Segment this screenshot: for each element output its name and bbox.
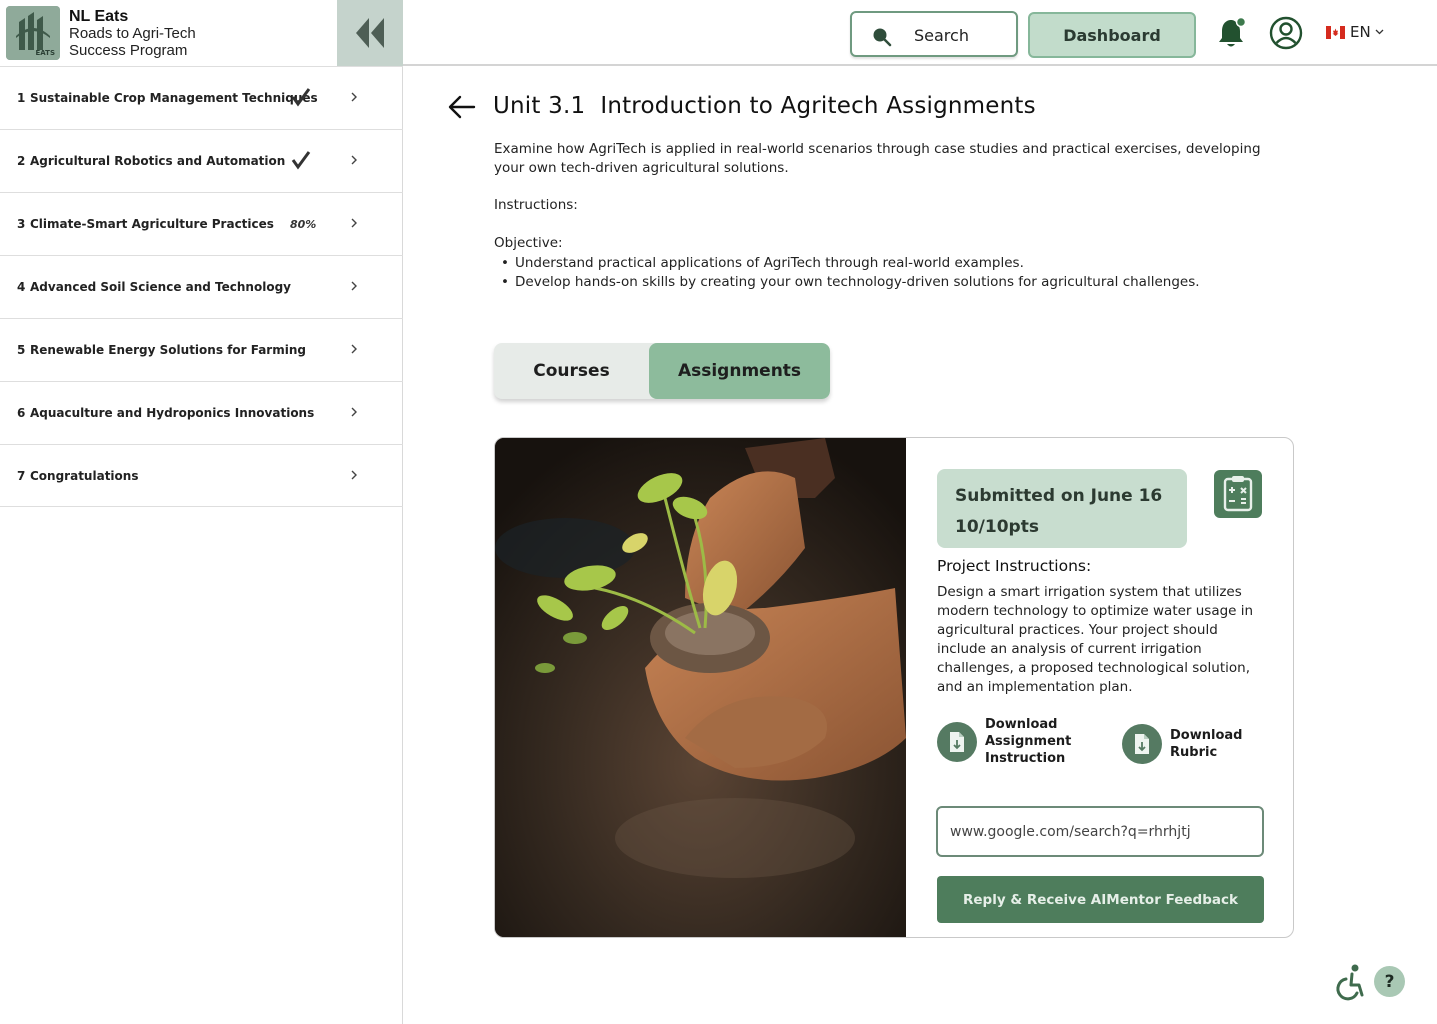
submission-url-input[interactable] [936,806,1264,857]
objective-item: Develop hands-on skills by creating your… [498,273,1200,292]
wheelchair-icon[interactable] [1332,963,1366,1001]
download-instruction-label-line: Download [985,717,1058,732]
unit-description: Examine how AgriTech is applied in real-… [494,141,1261,176]
module-number: 3 [17,217,26,231]
sidebar-item-module-1[interactable]: 1 Sustainable Crop Management Techniques [0,66,403,129]
sidebar: EATS NL Eats Roads to Agri-Tech Success … [0,0,403,1024]
module-label: Congratulations [30,468,139,483]
brand[interactable]: EATS NL Eats Roads to Agri-Tech Success … [0,0,337,66]
double-chevron-left-icon [356,18,384,48]
page-title: Unit 3.1 Introduction to Agritech Assign… [493,93,1036,119]
sidebar-item-module-4[interactable]: 4 Advanced Soil Science and Technology [0,255,403,318]
arrow-left-icon[interactable] [447,92,477,122]
module-label: Agricultural Robotics and Automation [30,154,286,168]
search-icon [873,28,892,47]
module-number: 5 [17,343,26,357]
canada-flag-icon [1326,25,1345,39]
checkmark-icon [291,151,311,170]
brand-text: NL Eats Roads to Agri-Tech Success Progr… [69,8,196,59]
download-rubric-label-line: Download [1170,728,1243,743]
module-progress: 80% [290,217,317,231]
module-number: 6 [17,406,26,420]
brand-title: NL Eats [69,7,129,25]
user-circle-icon[interactable] [1269,16,1303,50]
chevron-right-icon [351,92,357,102]
top-bar: Search Dashboard EN [403,0,1437,66]
module-label: Renewable Energy Solutions for Farming [30,343,306,357]
download-instruction-label-line: Assignment [985,734,1072,749]
collapse-sidebar-button[interactable] [337,0,403,66]
download-file-icon [937,721,977,762]
brand-logo: EATS [6,6,60,60]
chevron-right-icon [351,218,357,228]
module-number: 2 [17,154,26,168]
reply-feedback-button[interactable]: Reply & Receive AIMentor Feedback [937,876,1264,923]
score: 10/10pts [955,517,1039,537]
project-instructions-label: Project Instructions: [937,557,1092,575]
download-instruction-label-line: Instruction [985,751,1066,766]
submitted-date: Submitted on June 16 [955,486,1163,506]
search-button[interactable]: Search [850,11,1018,57]
bell-icon[interactable] [1216,16,1248,50]
sidebar-item-module-2[interactable]: 2 Agricultural Robotics and Automation [0,129,403,192]
chevron-down-icon [1375,29,1384,35]
module-label: Aquaculture and Hydroponics Innovations [30,406,315,420]
chevron-right-icon [351,155,357,165]
clipboard-calculator-icon[interactable] [1214,470,1262,518]
chevron-right-icon [351,407,357,417]
checkmark-icon [291,88,311,107]
sidebar-item-module-5[interactable]: 5 Renewable Energy Solutions for Farming [0,318,403,381]
download-file-icon [1122,724,1162,764]
instructions-label: Instructions: [494,197,578,213]
tab-assignments[interactable]: Assignments [649,343,830,399]
content-tabs: Courses Assignments [494,343,830,399]
brand-subtitle-line1: Roads to Agri-Tech [69,24,196,42]
help-button[interactable]: ? [1374,966,1405,997]
assignment-card: Submitted on June 16 10/10pts Project In… [494,437,1294,938]
language-label: EN [1350,23,1371,41]
module-label: Advanced Soil Science and Technology [30,280,291,294]
brand-logo-text: EATS [35,49,55,57]
module-number: 1 [17,91,26,105]
sidebar-item-module-6[interactable]: 6 Aquaculture and Hydroponics Innovation… [0,381,403,444]
module-number: 4 [17,280,26,294]
sidebar-item-module-7[interactable]: 7 Congratulations [0,444,403,507]
module-label: Climate-Smart Agriculture Practices [30,217,274,231]
download-rubric-label-line: Rubric [1170,745,1218,760]
tab-courses[interactable]: Courses [494,343,649,399]
project-instructions-text: Design a smart irrigation system that ut… [937,584,1254,695]
objective-item: Understand practical applications of Agr… [498,254,1200,273]
module-list: 1 Sustainable Crop Management Techniques… [0,66,403,507]
download-instruction-label: Download Assignment Instruction [985,716,1071,767]
chevron-right-icon [351,470,357,480]
brand-subtitle-line2: Success Program [69,41,188,59]
download-instruction-button[interactable]: Download Assignment Instruction [937,716,1071,767]
objective-list: Understand practical applications of Agr… [498,254,1200,292]
search-label: Search [914,26,969,45]
objective-label: Objective: [494,235,563,251]
module-label: Sustainable Crop Management Techniques [30,91,318,105]
download-rubric-button[interactable]: Download Rubric [1122,724,1242,764]
language-selector[interactable]: EN [1326,23,1384,41]
chevron-right-icon [351,281,357,291]
dashboard-button[interactable]: Dashboard [1028,12,1196,58]
chevron-right-icon [351,344,357,354]
module-number: 7 [17,468,26,483]
submission-status-badge: Submitted on June 16 10/10pts [937,469,1187,548]
sidebar-item-module-3[interactable]: 3 Climate-Smart Agriculture Practices 80… [0,192,403,255]
download-rubric-label: Download Rubric [1170,727,1242,761]
assignment-photo [495,438,906,937]
